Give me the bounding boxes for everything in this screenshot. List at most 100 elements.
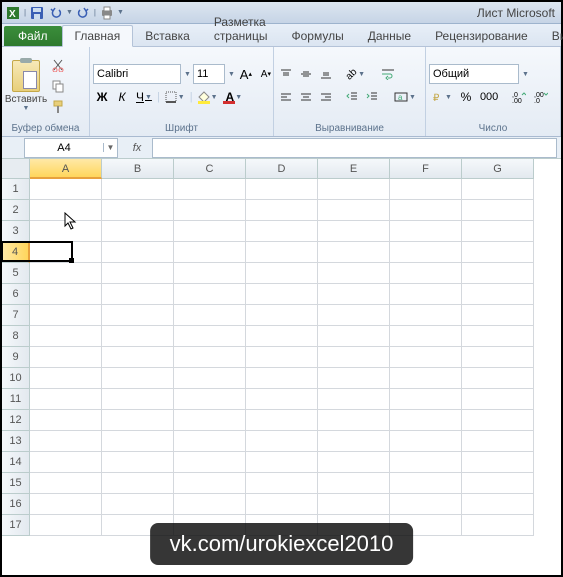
cell[interactable] [318, 200, 390, 221]
cell[interactable] [390, 452, 462, 473]
cell[interactable] [102, 473, 174, 494]
cells-area[interactable] [30, 179, 534, 536]
name-box-dropdown[interactable]: ▼ [103, 143, 117, 152]
cell[interactable] [246, 179, 318, 200]
cell[interactable] [30, 410, 102, 431]
align-top-button[interactable] [277, 64, 295, 84]
tab-formulas[interactable]: Формулы [279, 26, 355, 46]
cell[interactable] [318, 347, 390, 368]
font-name-select[interactable] [93, 64, 181, 84]
row-header[interactable]: 16 [2, 494, 30, 515]
font-size-dropdown[interactable]: ▼ [228, 71, 235, 78]
cell[interactable] [318, 284, 390, 305]
row-header[interactable]: 9 [2, 347, 30, 368]
italic-button[interactable]: К [113, 87, 131, 107]
cell[interactable] [30, 284, 102, 305]
cell[interactable] [102, 179, 174, 200]
cell[interactable] [30, 200, 102, 221]
cell[interactable] [30, 473, 102, 494]
cell[interactable] [462, 452, 534, 473]
cell[interactable] [246, 368, 318, 389]
cell[interactable] [246, 221, 318, 242]
align-left-button[interactable] [277, 87, 295, 107]
cell[interactable] [174, 431, 246, 452]
cell[interactable] [174, 284, 246, 305]
row-header[interactable]: 6 [2, 284, 30, 305]
cell[interactable] [246, 305, 318, 326]
cell[interactable] [318, 473, 390, 494]
cell[interactable] [462, 221, 534, 242]
redo-icon[interactable] [74, 4, 92, 22]
align-right-button[interactable] [317, 87, 335, 107]
qat-customize-dropdown[interactable]: ▼ [117, 9, 124, 16]
orientation-button[interactable]: ab▼ [343, 64, 368, 84]
row-header[interactable]: 12 [2, 410, 30, 431]
cell[interactable] [462, 515, 534, 536]
cell[interactable] [462, 494, 534, 515]
cell[interactable] [30, 494, 102, 515]
cell[interactable] [246, 494, 318, 515]
cell[interactable] [246, 389, 318, 410]
align-middle-button[interactable] [297, 64, 315, 84]
font-size-select[interactable] [193, 64, 225, 84]
cell[interactable] [30, 431, 102, 452]
column-header[interactable]: G [462, 159, 534, 179]
font-name-dropdown[interactable]: ▼ [184, 71, 191, 78]
column-header[interactable]: D [246, 159, 318, 179]
cell[interactable] [30, 305, 102, 326]
cell[interactable] [390, 473, 462, 494]
select-all-corner[interactable] [2, 159, 30, 179]
cell[interactable] [318, 305, 390, 326]
cell[interactable] [390, 263, 462, 284]
cell[interactable] [462, 473, 534, 494]
row-header[interactable]: 4 [2, 242, 30, 263]
cell[interactable] [390, 326, 462, 347]
number-format-dropdown[interactable]: ▼ [522, 71, 529, 78]
column-header[interactable]: F [390, 159, 462, 179]
cell[interactable] [174, 305, 246, 326]
excel-icon[interactable]: X [4, 4, 22, 22]
cell[interactable] [246, 347, 318, 368]
paste-button[interactable]: Вставить ▼ [5, 60, 47, 112]
cell[interactable] [390, 494, 462, 515]
undo-dropdown[interactable]: ▼ [66, 9, 73, 16]
cell[interactable] [30, 389, 102, 410]
cell[interactable] [246, 200, 318, 221]
cell[interactable] [102, 494, 174, 515]
accounting-format-button[interactable]: ₽▼ [429, 87, 455, 107]
cell[interactable] [174, 494, 246, 515]
cell[interactable] [390, 368, 462, 389]
cell[interactable] [246, 410, 318, 431]
increase-decimal-button[interactable]: ,0,00 [509, 87, 529, 107]
cell[interactable] [102, 263, 174, 284]
cell[interactable] [390, 179, 462, 200]
number-format-select[interactable] [429, 64, 519, 84]
cell[interactable] [462, 179, 534, 200]
cell[interactable] [174, 200, 246, 221]
row-header[interactable]: 10 [2, 368, 30, 389]
cell[interactable] [102, 410, 174, 431]
cell[interactable] [246, 473, 318, 494]
cell[interactable] [30, 326, 102, 347]
cell[interactable] [102, 305, 174, 326]
cell[interactable] [102, 347, 174, 368]
cell[interactable] [246, 284, 318, 305]
cell[interactable] [174, 179, 246, 200]
border-button[interactable]: ▼ [162, 87, 188, 107]
cell[interactable] [318, 410, 390, 431]
cell[interactable] [318, 179, 390, 200]
grow-font-button[interactable]: A▴ [237, 64, 255, 84]
cell[interactable] [462, 347, 534, 368]
cell[interactable] [390, 242, 462, 263]
tab-view[interactable]: Ви [540, 26, 563, 46]
cell[interactable] [462, 431, 534, 452]
undo-icon[interactable] [47, 4, 65, 22]
name-box[interactable] [25, 139, 103, 157]
cell[interactable] [102, 284, 174, 305]
cell[interactable] [462, 263, 534, 284]
cell[interactable] [102, 389, 174, 410]
cell[interactable] [318, 263, 390, 284]
cell[interactable] [390, 284, 462, 305]
cell[interactable] [246, 452, 318, 473]
cell[interactable] [30, 452, 102, 473]
